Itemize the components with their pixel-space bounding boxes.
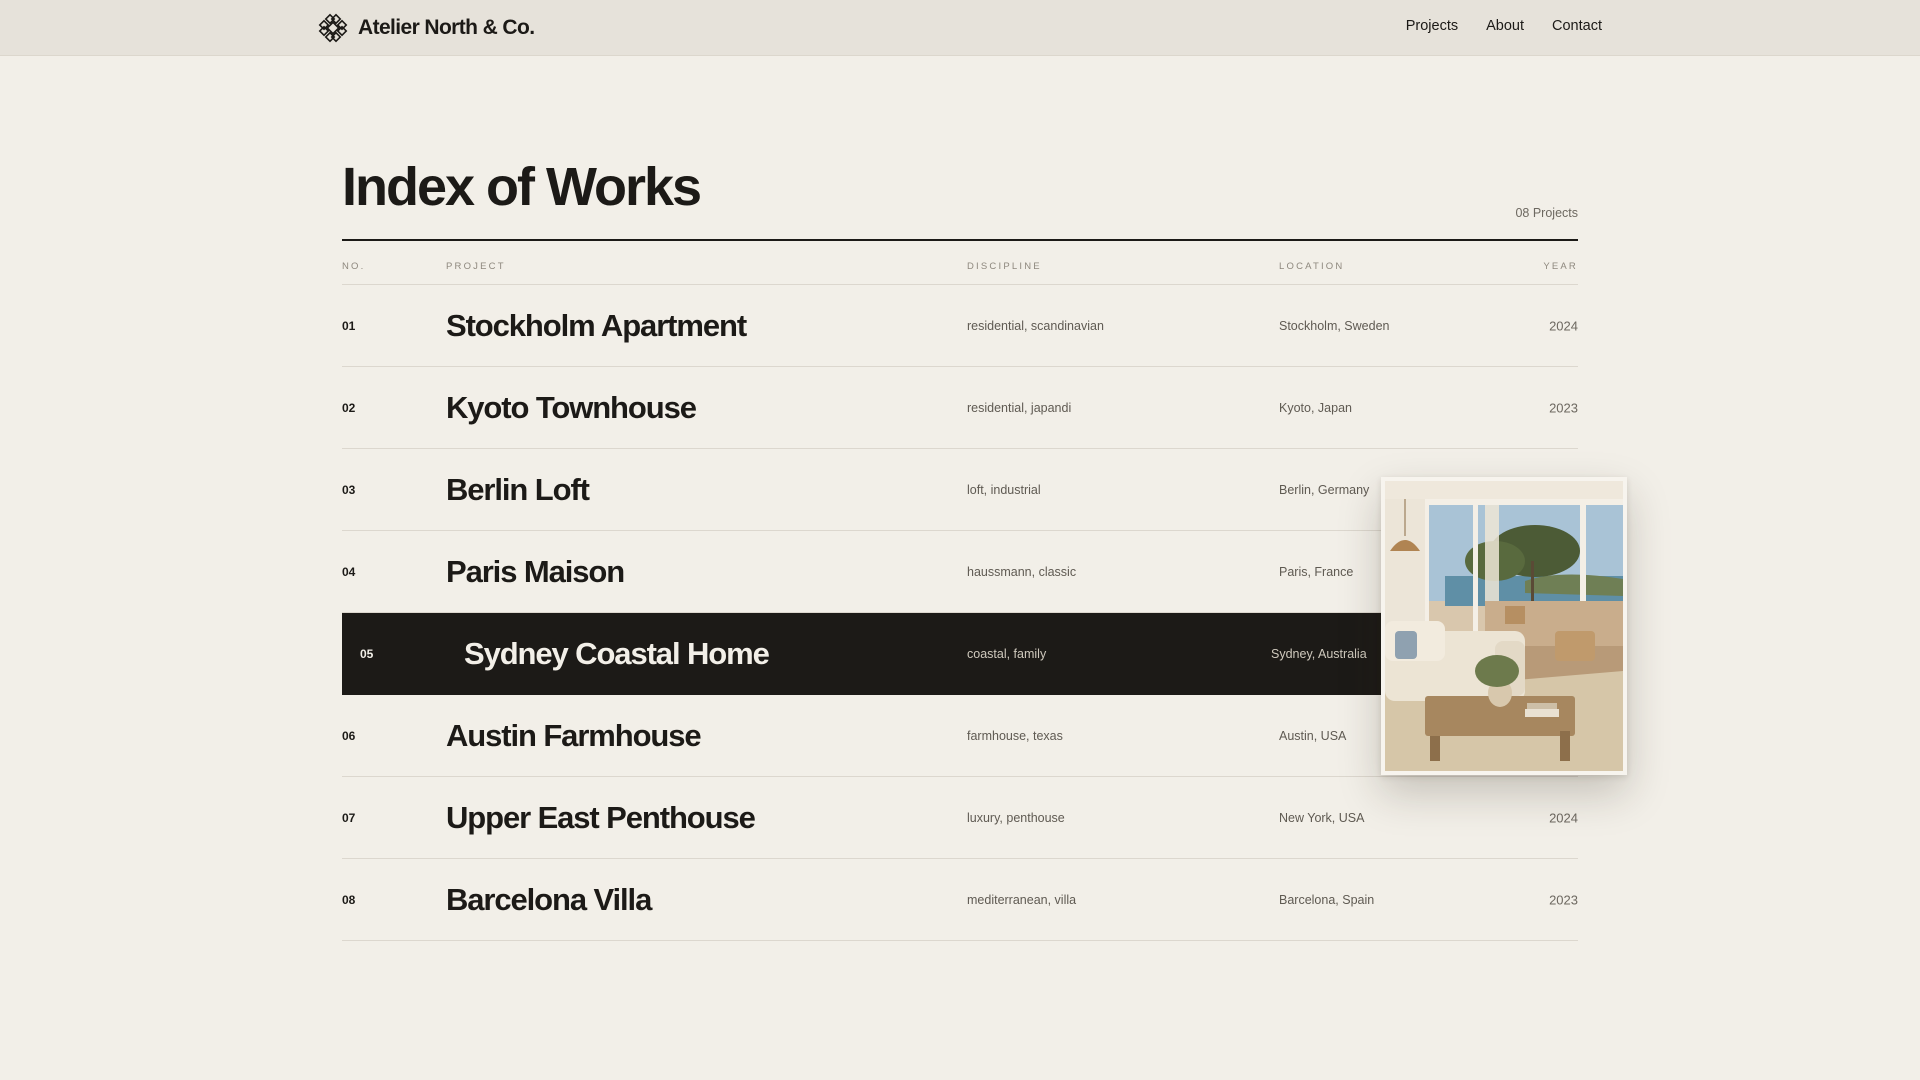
project-discipline: mediterranean, villa bbox=[967, 892, 1077, 907]
project-discipline: coastal, family bbox=[967, 646, 1047, 661]
main-nav: Projects About Contact bbox=[1406, 18, 1602, 34]
project-name: Stockholm Apartment bbox=[446, 307, 747, 343]
project-name: Upper East Penthouse bbox=[446, 799, 756, 835]
row-number: 06 bbox=[342, 728, 356, 743]
table-row[interactable]: 07 Upper East Penthouse luxury, penthous… bbox=[342, 777, 1578, 859]
nav-link-projects[interactable]: Projects bbox=[1406, 18, 1458, 34]
project-name: Sydney Coastal Home bbox=[464, 635, 770, 671]
table-header: NO. PROJECT DISCIPLINE LOCATION YEAR bbox=[342, 241, 1578, 285]
nav-link-about[interactable]: About bbox=[1486, 18, 1524, 34]
project-location: Kyoto, Japan bbox=[1279, 400, 1352, 415]
project-discipline: haussmann, classic bbox=[967, 564, 1077, 579]
table-row[interactable]: 02 Kyoto Townhouse residential, japandi … bbox=[342, 367, 1578, 449]
row-number: 07 bbox=[342, 810, 356, 825]
project-name: Berlin Loft bbox=[446, 471, 590, 507]
project-preview-card[interactable] bbox=[1381, 477, 1627, 775]
brand[interactable]: Atelier North & Co. bbox=[318, 12, 535, 44]
table-row[interactable]: 01 Stockholm Apartment residential, scan… bbox=[342, 285, 1578, 367]
project-discipline: farmhouse, texas bbox=[967, 728, 1063, 743]
project-name: Paris Maison bbox=[446, 553, 625, 589]
row-number: 08 bbox=[342, 892, 356, 907]
row-number: 02 bbox=[342, 400, 356, 415]
project-location: Barcelona, Spain bbox=[1279, 892, 1375, 907]
column-header-year: YEAR bbox=[1543, 261, 1578, 272]
coastal-living-room-photo bbox=[1385, 481, 1623, 771]
project-name: Austin Farmhouse bbox=[446, 717, 702, 753]
column-header-project: PROJECT bbox=[446, 261, 506, 272]
row-number: 05 bbox=[360, 646, 374, 661]
project-location: Austin, USA bbox=[1279, 728, 1347, 743]
project-discipline: residential, scandinavian bbox=[967, 318, 1104, 333]
project-count: 08 Projects bbox=[1515, 206, 1578, 220]
project-name: Kyoto Townhouse bbox=[446, 389, 697, 425]
project-year: 2024 bbox=[1549, 318, 1578, 333]
project-discipline: loft, industrial bbox=[967, 482, 1041, 497]
project-location: New York, USA bbox=[1279, 810, 1365, 825]
project-year: 2023 bbox=[1549, 400, 1578, 415]
project-year: 2024 bbox=[1549, 810, 1578, 825]
brand-name: Atelier North & Co. bbox=[358, 16, 535, 39]
project-location: Stockholm, Sweden bbox=[1279, 318, 1390, 333]
project-location: Sydney, Australia bbox=[1271, 646, 1367, 661]
project-name: Barcelona Villa bbox=[446, 881, 652, 917]
page-title: Index of Works bbox=[342, 157, 702, 217]
project-location: Paris, France bbox=[1279, 564, 1354, 579]
project-year: 2023 bbox=[1549, 892, 1578, 907]
knot-ornament-icon bbox=[318, 13, 348, 43]
row-number: 03 bbox=[342, 482, 356, 497]
column-header-discipline: DISCIPLINE bbox=[967, 261, 1042, 272]
project-location: Berlin, Germany bbox=[1279, 482, 1370, 497]
column-header-location: LOCATION bbox=[1279, 261, 1345, 272]
project-discipline: luxury, penthouse bbox=[967, 810, 1065, 825]
nav-link-contact[interactable]: Contact bbox=[1552, 18, 1602, 34]
column-header-no: NO. bbox=[342, 261, 366, 272]
row-number: 04 bbox=[342, 564, 356, 579]
row-number: 01 bbox=[342, 318, 356, 333]
table-row[interactable]: 08 Barcelona Villa mediterranean, villa … bbox=[342, 859, 1578, 941]
project-discipline: residential, japandi bbox=[967, 400, 1072, 415]
top-navigation-bar: Atelier North & Co. Projects About Conta… bbox=[0, 0, 1920, 56]
table-row-active[interactable]: 05 Sydney Coastal Home coastal, family S… bbox=[342, 613, 1381, 695]
